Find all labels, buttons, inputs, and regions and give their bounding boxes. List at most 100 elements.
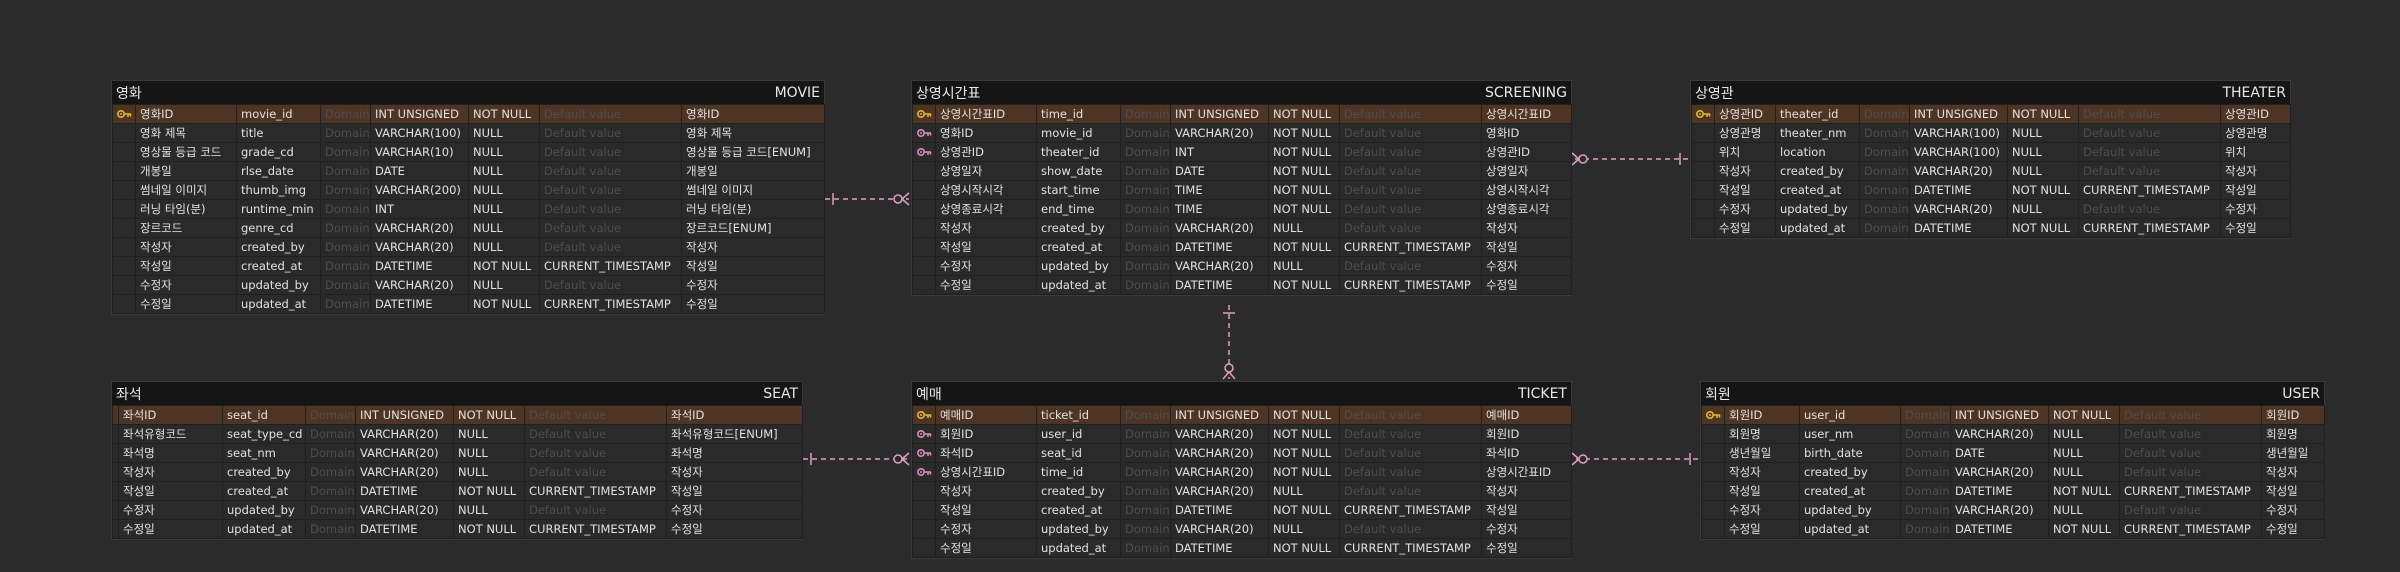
physical-name-cell[interactable]: genre_cd bbox=[236, 218, 321, 238]
domain-cell[interactable]: Domain bbox=[1859, 123, 1910, 143]
comment-cell[interactable]: 작성자 bbox=[666, 462, 803, 482]
domain-cell[interactable]: Domain bbox=[1120, 481, 1171, 501]
nullable-cell[interactable]: NULL bbox=[453, 462, 525, 482]
comment-cell[interactable]: 상영시간표ID bbox=[1481, 104, 1572, 124]
default-value-cell[interactable]: CURRENT_TIMESTAMP bbox=[1339, 275, 1482, 295]
domain-cell[interactable]: Domain bbox=[1120, 500, 1171, 520]
comment-cell[interactable]: 작성일 bbox=[2261, 481, 2325, 501]
default-value-cell[interactable]: Default value bbox=[524, 424, 667, 444]
default-value-cell[interactable]: Default value bbox=[1339, 424, 1482, 444]
attribute-row[interactable]: 수정자 updated_by Domain VARCHAR(20) NULL Defaul… bbox=[912, 256, 1572, 276]
data-type-cell[interactable]: DATETIME bbox=[1950, 519, 2049, 539]
logical-name-cell[interactable]: 좌석유형코드 bbox=[118, 424, 223, 444]
default-value-cell[interactable]: Default value bbox=[1339, 481, 1482, 501]
default-value-cell[interactable]: CURRENT_TIMESTAMP bbox=[1339, 538, 1482, 558]
data-type-cell[interactable]: VARCHAR(20) bbox=[355, 424, 454, 444]
logical-name-cell[interactable]: 상영시간표ID bbox=[935, 104, 1037, 124]
attribute-row[interactable]: 좌석ID seat_id Domain VARCHAR(20) NOT NULL Defa… bbox=[912, 443, 1572, 463]
physical-name-cell[interactable]: seat_id bbox=[222, 405, 306, 425]
entity-header[interactable]: 좌석 SEAT bbox=[112, 382, 802, 405]
comment-cell[interactable]: 작성일 bbox=[681, 256, 825, 276]
entity-user[interactable]: 회원 USER 회원ID user_id Domain INT UNSIGNED NOT… bbox=[1700, 381, 2325, 540]
entity-ticket[interactable]: 예매 TICKET 예매ID ticket_id Domain INT UNSIGNE… bbox=[911, 381, 1572, 559]
logical-name-cell[interactable]: 좌석ID bbox=[935, 443, 1037, 463]
comment-cell[interactable]: 작성자 bbox=[2220, 161, 2291, 181]
physical-name-cell[interactable]: created_at bbox=[1036, 500, 1121, 520]
default-value-cell[interactable]: Default value bbox=[1339, 180, 1482, 200]
attribute-row[interactable]: 영화 제목 title Domain VARCHAR(100) NULL Default … bbox=[112, 123, 825, 143]
nullable-cell[interactable]: NOT NULL bbox=[1268, 199, 1340, 219]
attribute-row[interactable]: 수정일 updated_at Domain DATETIME NOT NULL CURRE… bbox=[112, 294, 825, 314]
data-type-cell[interactable]: INT UNSIGNED bbox=[1909, 104, 2008, 124]
logical-name-cell[interactable]: 작성자 bbox=[135, 237, 237, 257]
nullable-cell[interactable]: NULL bbox=[2048, 462, 2120, 482]
logical-name-cell[interactable]: 작성자 bbox=[935, 218, 1037, 238]
nullable-cell[interactable]: NULL bbox=[468, 237, 540, 257]
default-value-cell[interactable]: Default value bbox=[1339, 443, 1482, 463]
entity-header[interactable]: 예매 TICKET bbox=[912, 382, 1571, 405]
comment-cell[interactable]: 수정자 bbox=[1481, 519, 1572, 539]
comment-cell[interactable]: 영화 제목 bbox=[681, 123, 825, 143]
attribute-row[interactable]: 작성일 created_at Domain DATETIME NOT NULL CURRE… bbox=[112, 481, 803, 501]
physical-name-cell[interactable]: time_id bbox=[1036, 462, 1121, 482]
default-value-cell[interactable]: Default value bbox=[1339, 218, 1482, 238]
erd-canvas[interactable]: 영화 MOVIE 영화ID movie_id Domain INT UNSIGNED N… bbox=[0, 0, 2400, 572]
comment-cell[interactable]: 작성일 bbox=[666, 481, 803, 501]
logical-name-cell[interactable]: 영상물 등급 코드 bbox=[135, 142, 237, 162]
attribute-row[interactable]: 예매ID ticket_id Domain INT UNSIGNED NOT NULL D… bbox=[912, 405, 1572, 425]
domain-cell[interactable]: Domain bbox=[320, 275, 371, 295]
attribute-row[interactable]: 영화ID movie_id Domain VARCHAR(20) NOT NULL Def… bbox=[912, 123, 1572, 143]
attribute-row[interactable]: 영화ID movie_id Domain INT UNSIGNED NOT NULL De… bbox=[112, 104, 825, 124]
logical-name-cell[interactable]: 상영시작시각 bbox=[935, 180, 1037, 200]
attribute-row[interactable]: 회원ID user_id Domain VARCHAR(20) NOT NULL Defa… bbox=[912, 424, 1572, 444]
attribute-row[interactable]: 좌석ID seat_id Domain INT UNSIGNED NOT NULL Def… bbox=[112, 405, 803, 425]
attribute-row[interactable]: 작성자 created_by Domain VARCHAR(20) NULL Defaul… bbox=[1691, 161, 2291, 181]
attribute-row[interactable]: 썸네일 이미지 thumb_img Domain VARCHAR(200) NULL De… bbox=[112, 180, 825, 200]
default-value-cell[interactable]: CURRENT_TIMESTAMP bbox=[2078, 218, 2221, 238]
data-type-cell[interactable]: DATETIME bbox=[1170, 237, 1269, 257]
data-type-cell[interactable]: INT UNSIGNED bbox=[355, 405, 454, 425]
attribute-row[interactable]: 작성일 created_at Domain DATETIME NOT NULL CURRE… bbox=[112, 256, 825, 276]
default-value-cell[interactable]: Default value bbox=[539, 218, 682, 238]
logical-name-cell[interactable]: 영화ID bbox=[935, 123, 1037, 143]
logical-name-cell[interactable]: 상영관ID bbox=[1714, 104, 1776, 124]
comment-cell[interactable]: 수정일 bbox=[2220, 218, 2291, 238]
data-type-cell[interactable]: VARCHAR(20) bbox=[1170, 443, 1269, 463]
data-type-cell[interactable]: VARCHAR(20) bbox=[355, 443, 454, 463]
entity-header[interactable]: 상영시간표 SCREENING bbox=[912, 81, 1571, 104]
physical-name-cell[interactable]: updated_by bbox=[1036, 519, 1121, 539]
comment-cell[interactable]: 작성일 bbox=[2220, 180, 2291, 200]
nullable-cell[interactable]: NULL bbox=[2007, 199, 2079, 219]
attribute-row[interactable]: 작성자 created_by Domain VARCHAR(20) NULL Defaul… bbox=[112, 237, 825, 257]
default-value-cell[interactable]: Default value bbox=[1339, 142, 1482, 162]
default-value-cell[interactable]: Default value bbox=[524, 443, 667, 463]
comment-cell[interactable]: 수정자 bbox=[681, 275, 825, 295]
default-value-cell[interactable]: Default value bbox=[2078, 199, 2221, 219]
logical-name-cell[interactable]: 수정자 bbox=[1724, 500, 1800, 520]
comment-cell[interactable]: 회원ID bbox=[1481, 424, 1572, 444]
data-type-cell[interactable]: VARCHAR(20) bbox=[1170, 519, 1269, 539]
comment-cell[interactable]: 좌석유형코드[ENUM] bbox=[666, 424, 803, 444]
comment-cell[interactable]: 상영시간표ID bbox=[1481, 462, 1572, 482]
default-value-cell[interactable]: Default value bbox=[539, 161, 682, 181]
data-type-cell[interactable]: DATETIME bbox=[1909, 180, 2008, 200]
domain-cell[interactable]: Domain bbox=[1900, 424, 1951, 444]
logical-name-cell[interactable]: 회원ID bbox=[935, 424, 1037, 444]
default-value-cell[interactable]: Default value bbox=[2078, 142, 2221, 162]
domain-cell[interactable]: Domain bbox=[305, 462, 356, 482]
data-type-cell[interactable]: VARCHAR(200) bbox=[370, 180, 469, 200]
physical-name-cell[interactable]: theater_id bbox=[1775, 104, 1860, 124]
default-value-cell[interactable]: Default value bbox=[2119, 462, 2262, 482]
default-value-cell[interactable]: Default value bbox=[2119, 500, 2262, 520]
domain-cell[interactable]: Domain bbox=[1120, 142, 1171, 162]
data-type-cell[interactable]: VARCHAR(100) bbox=[370, 123, 469, 143]
domain-cell[interactable]: Domain bbox=[1859, 142, 1910, 162]
comment-cell[interactable]: 영화ID bbox=[1481, 123, 1572, 143]
domain-cell[interactable]: Domain bbox=[305, 500, 356, 520]
attribute-row[interactable]: 장르코드 genre_cd Domain VARCHAR(20) NULL Default… bbox=[112, 218, 825, 238]
default-value-cell[interactable]: CURRENT_TIMESTAMP bbox=[2119, 481, 2262, 501]
comment-cell[interactable]: 썸네일 이미지 bbox=[681, 180, 825, 200]
default-value-cell[interactable]: Default value bbox=[539, 180, 682, 200]
physical-name-cell[interactable]: created_by bbox=[222, 462, 306, 482]
physical-name-cell[interactable]: updated_at bbox=[222, 519, 306, 539]
